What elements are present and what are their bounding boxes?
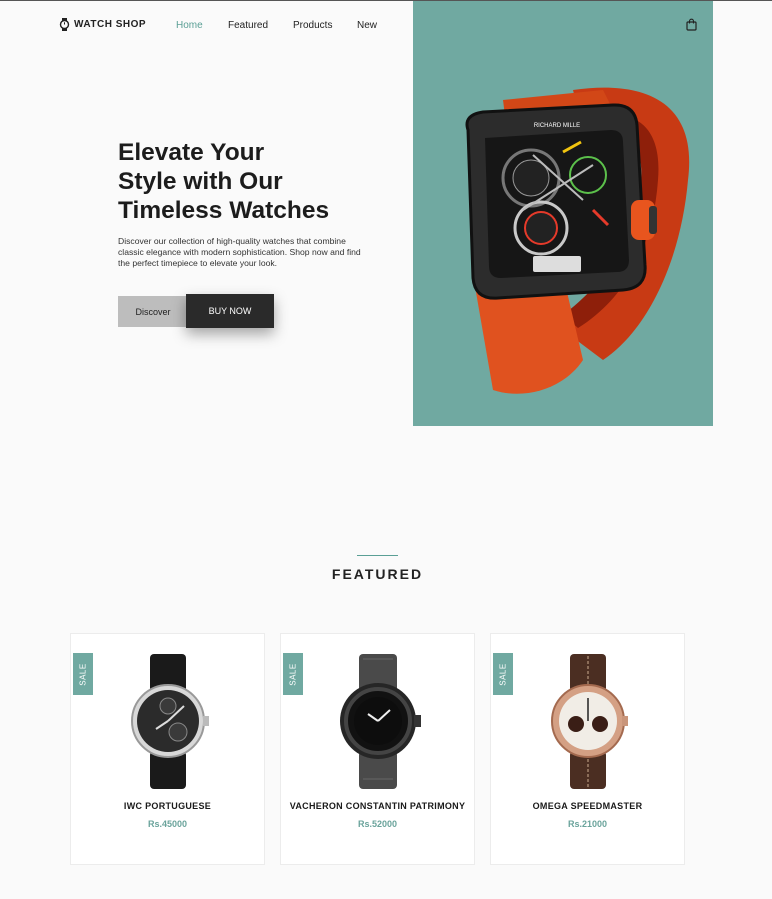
product-price: Rs.52000 bbox=[357, 819, 398, 829]
featured-accent-line bbox=[357, 555, 398, 556]
omega-watch-image bbox=[550, 654, 628, 789]
iwc-watch-image bbox=[130, 654, 209, 789]
product-price: Rs.45000 bbox=[147, 819, 188, 829]
sale-badge: SALE bbox=[283, 653, 303, 695]
watch-icon bbox=[59, 18, 70, 31]
shopping-bag-icon[interactable] bbox=[686, 18, 697, 31]
featured-title: FEATURED bbox=[331, 566, 424, 582]
discover-button[interactable]: Discover bbox=[118, 296, 188, 327]
hero-description: Discover our collection of high-quality … bbox=[118, 236, 361, 268]
nav-products[interactable]: Products bbox=[293, 20, 332, 31]
sale-badge: SALE bbox=[73, 653, 93, 695]
product-price: Rs.21000 bbox=[567, 819, 608, 829]
nav-featured[interactable]: Featured bbox=[228, 20, 268, 31]
product-name[interactable]: VACHERON CONSTANTIN PATRIMONY bbox=[281, 801, 474, 811]
sale-badge-label: SALE bbox=[288, 662, 298, 686]
sale-badge-label: SALE bbox=[78, 662, 88, 686]
sale-badge-label: SALE bbox=[498, 662, 508, 686]
product-card[interactable]: SALE VACHERON CONSTANTIN PATRIMONY Rs.52… bbox=[280, 633, 475, 865]
vacheron-watch-image bbox=[339, 654, 421, 789]
product-name[interactable]: OMEGA SPEEDMASTER bbox=[491, 801, 684, 811]
sale-badge: SALE bbox=[493, 653, 513, 695]
headline-line-2: Style with Our bbox=[118, 168, 283, 195]
product-name[interactable]: IWC PORTUGUESE bbox=[71, 801, 264, 811]
logo[interactable]: WATCH SHOP bbox=[59, 18, 146, 31]
headline-line-3: Timeless Watches bbox=[118, 197, 330, 224]
headline-line-1: Elevate Your bbox=[118, 139, 265, 166]
nav-new[interactable]: New bbox=[357, 20, 377, 31]
logo-text: WATCH SHOP bbox=[74, 19, 147, 30]
hero-headline: Elevate Your Style with Our Timeless Wat… bbox=[118, 138, 378, 225]
dial-brand-text: RICHARD MILLE bbox=[534, 123, 580, 129]
buy-now-button[interactable]: BUY NOW bbox=[186, 294, 274, 328]
nav-home[interactable]: Home bbox=[176, 20, 203, 31]
product-card[interactable]: SALE IWC PORTUGUESE Rs.45000 bbox=[70, 633, 265, 865]
product-card[interactable]: SALE OMEGA SPEEDMASTER Rs.21000 bbox=[490, 633, 685, 865]
hero-watch-image: RICHARD MILLE bbox=[465, 87, 690, 394]
